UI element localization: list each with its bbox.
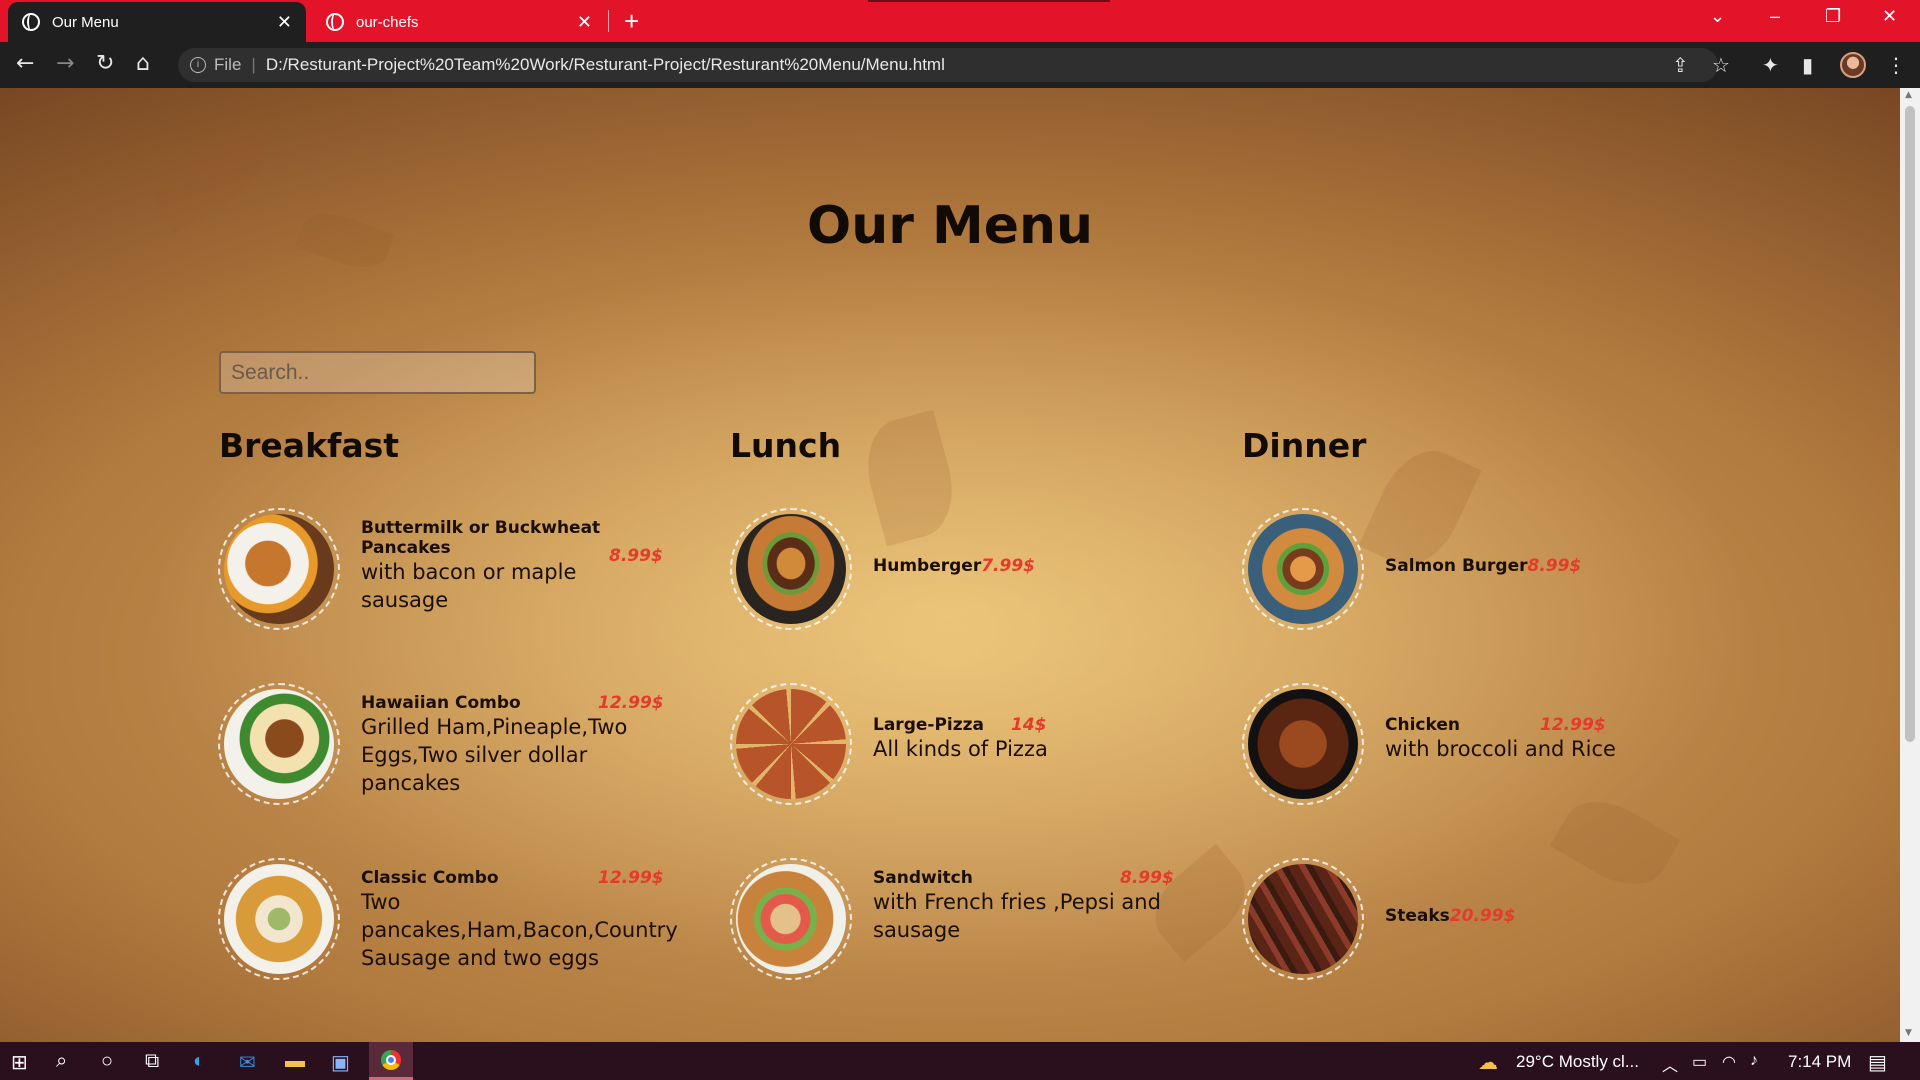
- tab-strip: Our Menu ✕ our-chefs ✕ + ⌄ – ❐ ✕: [0, 0, 1920, 42]
- dinner-heading: Dinner: [1242, 426, 1367, 465]
- extensions-icon[interactable]: ✦: [1762, 53, 1779, 77]
- decorative-leaf: [1549, 785, 1681, 901]
- home-icon[interactable]: ⌂: [136, 51, 150, 76]
- chrome-taskbar-button[interactable]: [369, 1042, 413, 1080]
- windows-start-icon[interactable]: ⊞: [11, 1050, 28, 1075]
- tab-our-chefs[interactable]: our-chefs ✕: [312, 2, 606, 42]
- food-image: [1242, 508, 1364, 630]
- reload-icon[interactable]: ↻: [96, 51, 114, 76]
- item-price: 8.99$: [609, 546, 663, 566]
- address-separator: |: [251, 55, 256, 74]
- volume-icon[interactable]: ♪: [1750, 1052, 1758, 1070]
- restore-button[interactable]: ❐: [1825, 6, 1841, 27]
- lunch-heading: Lunch: [730, 426, 842, 465]
- store-icon[interactable]: ▣: [331, 1050, 350, 1075]
- item-price: 8.99$: [1120, 868, 1174, 888]
- tab-title: our-chefs: [356, 13, 419, 31]
- page-scrollbar[interactable]: ▲ ▼: [1900, 88, 1920, 1042]
- globe-icon: [326, 13, 344, 31]
- weather-text[interactable]: 29°C Mostly cl...: [1516, 1052, 1639, 1072]
- item-description: Grilled Ham,Pineaple,Two Eggs,Two silver…: [361, 715, 628, 795]
- minimize-button[interactable]: –: [1770, 6, 1780, 27]
- side-panel-icon[interactable]: ▮: [1802, 53, 1813, 77]
- share-icon[interactable]: ⇪: [1672, 53, 1689, 77]
- scroll-down-icon[interactable]: ▼: [1905, 1028, 1912, 1038]
- food-image: [218, 508, 340, 630]
- tab-our-menu[interactable]: Our Menu ✕: [8, 2, 306, 42]
- item-name: Salmon Burger: [1385, 556, 1528, 576]
- item-price: 7.99$: [981, 556, 1035, 576]
- item-price: 12.99$: [1540, 715, 1606, 735]
- search-icon[interactable]: ⌕: [56, 1050, 67, 1073]
- menu-page: Our Menu Breakfast Buttermilk or Buckwhe…: [0, 88, 1900, 1042]
- search-input[interactable]: [219, 351, 536, 394]
- page-title: Our Menu: [806, 196, 1094, 256]
- item-price: 20.99$: [1449, 906, 1516, 926]
- close-tab-icon[interactable]: ✕: [277, 13, 292, 31]
- address-bar[interactable]: i File | D:/Resturant-Project%20Team%20W…: [178, 48, 1718, 82]
- close-tab-icon[interactable]: ✕: [577, 13, 592, 31]
- item-price: 12.99$: [598, 868, 664, 888]
- item-description: with French fries ,Pepsi and sausage: [873, 890, 1161, 942]
- clock[interactable]: 7:14 PM: [1788, 1052, 1851, 1072]
- item-description: Two pancakes,Ham,Bacon,Country Sausage a…: [361, 890, 678, 970]
- edge-icon[interactable]: ◐: [193, 1050, 205, 1073]
- taskbar: ⊞ ⌕ ○ ⧉ ◐ ✉ ▬ ▣ ☁ 29°C Mostly cl... ︿ ▭ …: [0, 1042, 1920, 1080]
- food-image: [1242, 858, 1364, 980]
- decorative-leaf: [855, 409, 965, 547]
- item-price: 14$: [1011, 715, 1047, 735]
- url-text[interactable]: D:/Resturant-Project%20Team%20Work/Restu…: [266, 55, 945, 75]
- scroll-up-icon[interactable]: ▲: [1905, 90, 1912, 100]
- item-price: 8.99$: [1527, 556, 1582, 576]
- scheme-label: File: [214, 55, 242, 74]
- file-explorer-icon[interactable]: ▬: [285, 1050, 305, 1073]
- close-window-button[interactable]: ✕: [1882, 6, 1897, 27]
- food-image: [730, 683, 852, 805]
- new-tab-button[interactable]: +: [624, 6, 639, 37]
- item-price: 12.99$: [598, 693, 664, 713]
- info-icon[interactable]: i: [190, 57, 206, 73]
- item-description: with bacon or maple sausage: [361, 560, 577, 612]
- menu-icon[interactable]: ⋮: [1886, 53, 1906, 77]
- battery-icon[interactable]: ▭: [1692, 1052, 1707, 1072]
- cortana-icon[interactable]: ○: [101, 1050, 113, 1073]
- item-name: Steaks: [1385, 906, 1450, 926]
- globe-icon: [22, 13, 40, 31]
- bookmark-star-icon[interactable]: ☆: [1712, 53, 1730, 77]
- wifi-icon[interactable]: ◠: [1722, 1052, 1736, 1072]
- chevron-up-icon[interactable]: ︿: [1662, 1052, 1678, 1076]
- task-view-icon[interactable]: ⧉: [145, 1050, 159, 1073]
- food-image: [218, 858, 340, 980]
- browser-toolbar: ← → ↻ ⌂ i File | D:/Resturant-Project%20…: [0, 42, 1920, 88]
- loading-indicator: [868, 0, 1110, 2]
- profile-avatar[interactable]: [1840, 52, 1866, 78]
- weather-icon[interactable]: ☁: [1478, 1050, 1498, 1075]
- tab-divider: [608, 10, 609, 32]
- item-description: with broccoli and Rice: [1385, 737, 1616, 761]
- chrome-icon: [381, 1050, 401, 1070]
- back-icon[interactable]: ←: [16, 51, 34, 76]
- tab-title: Our Menu: [52, 13, 119, 31]
- food-image: [1242, 683, 1364, 805]
- item-description: All kinds of Pizza: [873, 737, 1048, 761]
- food-image: [730, 858, 852, 980]
- mail-icon[interactable]: ✉: [239, 1050, 256, 1075]
- item-name: Humberger: [873, 556, 982, 576]
- food-image: [218, 683, 340, 805]
- forward-icon[interactable]: →: [56, 51, 74, 76]
- tab-search-icon[interactable]: ⌄: [1710, 6, 1725, 27]
- food-image: [730, 508, 852, 630]
- notifications-icon[interactable]: ▤: [1868, 1050, 1887, 1075]
- breakfast-heading: Breakfast: [219, 426, 400, 465]
- scrollbar-thumb[interactable]: [1905, 106, 1915, 742]
